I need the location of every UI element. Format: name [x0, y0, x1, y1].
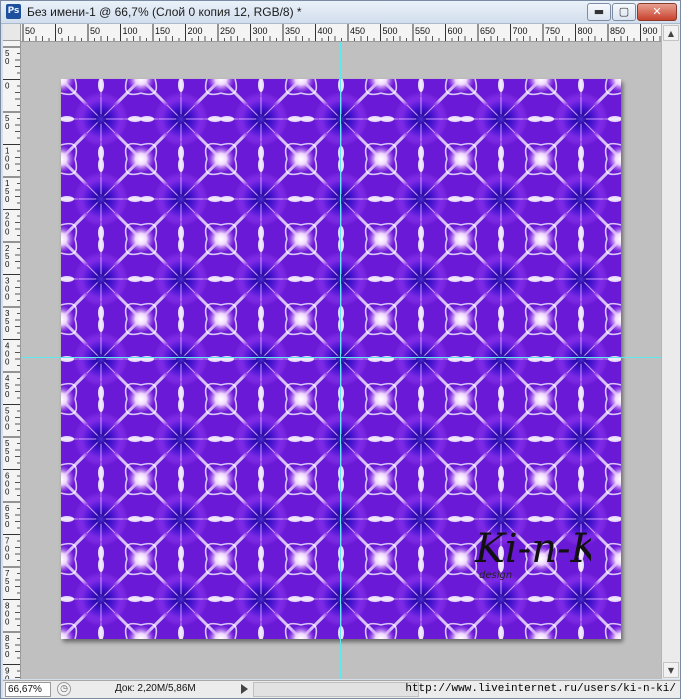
- photoshop-app-icon: Ps: [6, 4, 21, 19]
- ruler-v-label: 550: [5, 439, 10, 464]
- ruler-v-label-char: 0: [5, 260, 10, 269]
- horizontal-ruler-ticks: 50 0 50 100 150 200 250 300 350 400 450 500 550 600 65…: [22, 24, 661, 41]
- ruler-h-label: 650: [480, 26, 495, 36]
- ruler-h-label: 500: [383, 26, 398, 36]
- maximize-button[interactable]: ▢: [612, 3, 636, 21]
- ruler-h-label: 250: [220, 26, 235, 36]
- document-size-info: Док: 2,20M/5,86M: [115, 683, 196, 694]
- ruler-v-label-char: 0: [5, 57, 10, 66]
- status-bar: 66,67% ◷ Док: 2,20M/5,86M http://www.liv…: [3, 680, 680, 698]
- status-options-icon[interactable]: ◷: [57, 682, 71, 696]
- ruler-v-label: 450: [5, 374, 10, 399]
- ruler-v-label: 50: [5, 114, 10, 131]
- ruler-h-label: 550: [415, 26, 430, 36]
- ruler-v-label-char: 0: [5, 618, 10, 627]
- ruler-v-label: 350: [5, 309, 10, 334]
- signature-small-text: design: [479, 570, 512, 581]
- ruler-v-label-char: 0: [5, 82, 10, 91]
- ruler-v-label-char: 0: [5, 390, 10, 399]
- ruler-h-label: 800: [578, 26, 593, 36]
- document-window: Ps Без имени-1 @ 66,7% (Слой 0 копия 12,…: [0, 0, 681, 699]
- ruler-v-label-char: 0: [5, 228, 10, 237]
- title-bar[interactable]: Ps Без имени-1 @ 66,7% (Слой 0 копия 12,…: [1, 1, 680, 24]
- ruler-h-label: 100: [123, 26, 138, 36]
- horizontal-scrollbar[interactable]: [253, 682, 419, 697]
- scroll-up-button[interactable]: ▲: [663, 25, 679, 41]
- ruler-v-label: 500: [5, 407, 10, 432]
- ruler-h-label: 600: [448, 26, 463, 36]
- ruler-v-label: 100: [5, 147, 10, 172]
- ruler-v-label: 800: [5, 602, 10, 627]
- ruler-v-label-char: 0: [5, 325, 10, 334]
- ruler-v-label: 750: [5, 569, 10, 594]
- minimize-button[interactable]: ▬: [587, 3, 611, 21]
- ruler-v-label: 50: [5, 49, 10, 66]
- ruler-v-label: 200: [5, 212, 10, 237]
- ruler-v-label: 650: [5, 504, 10, 529]
- source-watermark: http://www.liveinternet.ru/users/ki-n-ki…: [405, 683, 676, 695]
- close-button[interactable]: ✕: [637, 3, 677, 21]
- ruler-v-label-char: 0: [5, 163, 10, 172]
- ruler-v-label-char: 0: [5, 488, 10, 497]
- signature-text: Ki-n-Ki: [474, 526, 591, 572]
- ruler-v-label-char: 0: [5, 358, 10, 367]
- vertical-ruler-ticks: 5005010015020025030035040045050055060065…: [3, 46, 20, 680]
- ruler-h-label: 50: [25, 26, 35, 36]
- ruler-v-label-char: 0: [5, 293, 10, 302]
- ruler-h-label: 700: [513, 26, 528, 36]
- ruler-h-label: 850: [610, 26, 625, 36]
- ruler-v-label: 600: [5, 472, 10, 497]
- ruler-origin-corner[interactable]: [3, 24, 21, 41]
- ruler-h-label: 350: [285, 26, 300, 36]
- horizontal-guide-line[interactable]: [21, 357, 661, 358]
- window-title: Без имени-1 @ 66,7% (Слой 0 копия 12, RG…: [27, 5, 302, 19]
- ruler-v-label: 300: [5, 277, 10, 302]
- ruler-h-label: 0: [58, 26, 63, 36]
- ruler-v-label-char: 0: [5, 122, 10, 131]
- ruler-v-label-char: 0: [5, 423, 10, 432]
- ruler-h-label: 400: [318, 26, 333, 36]
- vertical-ruler[interactable]: 5005010015020025030035040045050055060065…: [3, 41, 21, 679]
- ruler-h-label: 150: [155, 26, 170, 36]
- ruler-v-label: 700: [5, 537, 10, 562]
- ruler-v-label-char: 0: [5, 195, 10, 204]
- horizontal-ruler[interactable]: 50 0 50 100 150 200 250 300 350 400 450 500 550 600 65…: [21, 24, 661, 42]
- kinki-signature-logo: Ki-n-Ki design: [474, 526, 591, 581]
- status-menu-arrow-icon[interactable]: [241, 684, 248, 694]
- ruler-v-label-char: 0: [5, 553, 10, 562]
- ruler-h-label: 300: [253, 26, 268, 36]
- vertical-scrollbar[interactable]: ▲ ▼: [661, 24, 680, 679]
- canvas-area[interactable]: Ki-n-Ki design: [21, 42, 661, 679]
- ruler-v-label: 400: [5, 342, 10, 367]
- ruler-v-label: 250: [5, 244, 10, 269]
- ruler-h-label: 900: [643, 26, 658, 36]
- ruler-h-label: 750: [545, 26, 560, 36]
- ruler-h-label: 200: [188, 26, 203, 36]
- ruler-v-label-char: 0: [5, 650, 10, 659]
- ruler-v-label-char: 0: [5, 675, 10, 680]
- ruler-v-label: 150: [5, 179, 10, 204]
- zoom-level-field[interactable]: 66,67%: [5, 682, 51, 697]
- ruler-v-label: 900: [5, 667, 10, 680]
- scroll-down-button[interactable]: ▼: [663, 662, 679, 678]
- ruler-h-label: 50: [90, 26, 100, 36]
- ruler-v-label: 850: [5, 634, 10, 659]
- ruler-v-label-char: 0: [5, 520, 10, 529]
- ruler-v-label: 0: [5, 82, 10, 91]
- ruler-v-label-char: 0: [5, 455, 10, 464]
- ruler-v-label-char: 0: [5, 585, 10, 594]
- vertical-guide-line[interactable]: [340, 42, 341, 679]
- ruler-h-label: 450: [350, 26, 365, 36]
